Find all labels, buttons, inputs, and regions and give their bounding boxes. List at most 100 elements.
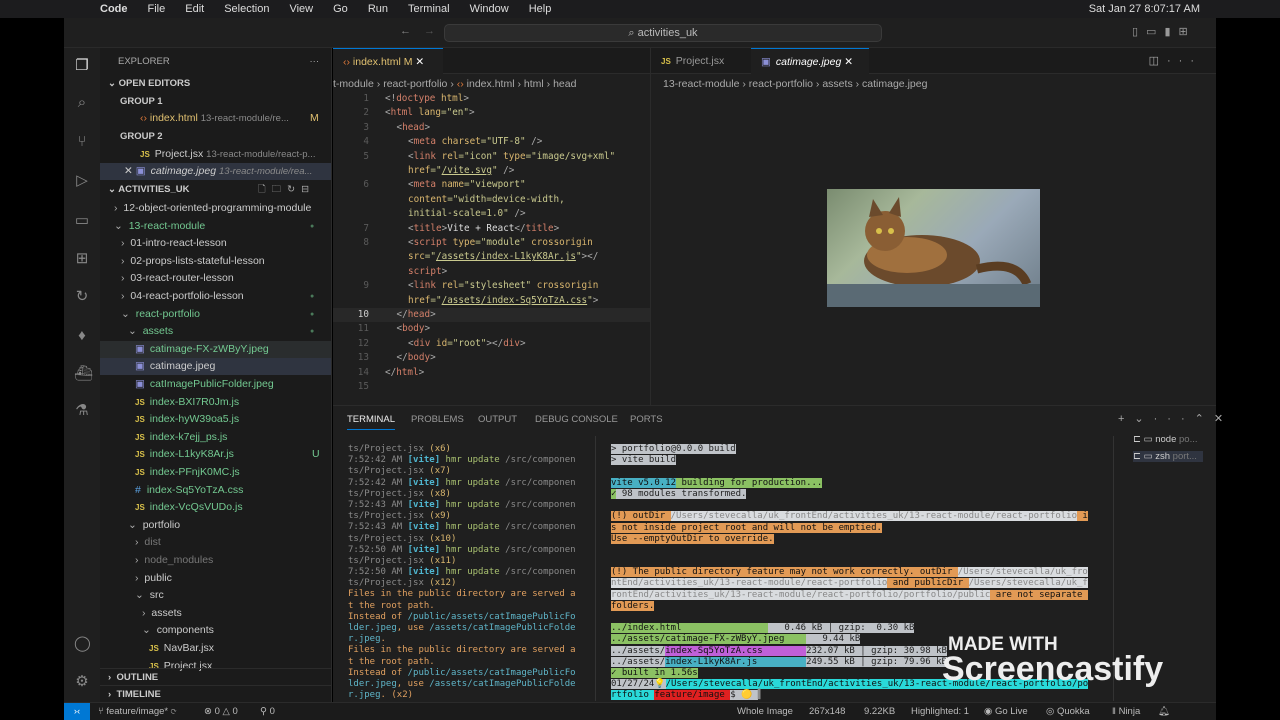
tab-ports[interactable]: PORTS: [630, 414, 663, 425]
tree-item-label: assets: [142, 325, 174, 338]
tree-item[interactable]: › 12-object-oriented-programming-module: [100, 200, 331, 217]
timeline-section[interactable]: › TIMELINE: [100, 685, 331, 702]
terminal-line: 7:52:42 AM [vite] hmr update /src/compon…: [348, 455, 596, 466]
tree-item[interactable]: JS index-k7ejj_ps.js: [100, 429, 331, 446]
back-arrow-icon[interactable]: ←: [400, 25, 411, 37]
menu-app-name[interactable]: Code: [100, 3, 128, 15]
tree-item[interactable]: JS index-L1kyK8Ar.js U: [100, 446, 331, 463]
menu-help[interactable]: Help: [529, 3, 552, 15]
panel-actions-icons[interactable]: +⌄···⌃✕: [1118, 412, 1233, 425]
search-icon[interactable]: ⌕: [74, 95, 90, 111]
outline-title: OUTLINE: [116, 672, 159, 683]
close-icon[interactable]: ✕: [415, 56, 424, 68]
notifications-bell-icon[interactable]: 🔔︎: [1158, 703, 1170, 720]
terminal-text: 💡: [654, 679, 666, 690]
tree-item[interactable]: JS index-PFnjK0MC.js: [100, 464, 331, 481]
open-editor-item[interactable]: ‹› index.html 13-react-module/re... M: [100, 110, 331, 127]
menu-file[interactable]: File: [148, 3, 166, 15]
tree-item[interactable]: › node_modules: [100, 552, 331, 569]
tree-item[interactable]: › 04-react-portfolio-lesson ●: [100, 288, 331, 305]
go-live-button[interactable]: ◉ Go Live: [984, 703, 1028, 720]
close-icon[interactable]: ✕: [844, 56, 853, 68]
tree-item[interactable]: # index-Sq5YoTzA.css: [100, 482, 331, 499]
tree-item[interactable]: ▣ catimage-FX-zWByY.jpeg: [100, 340, 331, 358]
workspace-root-section[interactable]: ⌄ ACTIVITIES_UK 🗋🗀↻⊟: [100, 181, 331, 198]
terminal-text: index-Sq5YoTzA.css: [665, 645, 807, 656]
breadcrumb-item[interactable]: 13-react-module: [663, 78, 739, 90]
image-mode[interactable]: Whole Image: [737, 703, 793, 720]
breadcrumb-item[interactable]: catimage.jpeg: [862, 78, 927, 90]
manage-gear-icon[interactable]: ⚙: [74, 674, 90, 690]
tab-output[interactable]: OUTPUT: [478, 414, 517, 425]
outline-section[interactable]: › OUTLINE: [100, 668, 331, 685]
close-icon[interactable]: ✕: [124, 165, 133, 177]
quokka-button[interactable]: ◎ Quokka: [1046, 703, 1090, 720]
tree-item[interactable]: ⌄ react-portfolio ●: [100, 306, 331, 323]
tree-item[interactable]: › assets: [100, 605, 331, 622]
forward-arrow-icon[interactable]: →: [424, 25, 435, 37]
menu-window[interactable]: Window: [470, 3, 509, 15]
tree-item[interactable]: JS index-hyW39oa5.js: [100, 411, 331, 428]
docker-icon[interactable]: ⛴: [74, 366, 93, 382]
tab-debug-console[interactable]: DEBUG CONSOLE: [535, 414, 618, 425]
tree-item[interactable]: ⌄ components: [100, 622, 331, 639]
tab-catimage-jpeg[interactable]: ▣ catimage.jpeg ✕: [751, 48, 869, 74]
testing-icon[interactable]: ⚗: [74, 403, 90, 419]
tree-item[interactable]: ▣ catimage.jpeg: [100, 358, 331, 376]
breadcrumb-item[interactable]: assets: [822, 78, 852, 90]
tree-item[interactable]: › 01-intro-react-lesson: [100, 235, 331, 252]
tab-index-html[interactable]: ‹› index.html M ✕: [333, 48, 443, 74]
breadcrumb-item[interactable]: react-portfolio: [383, 78, 447, 90]
command-center-search[interactable]: ⌕ activities_uk: [444, 24, 882, 42]
breadcrumb-item[interactable]: react-portfolio: [749, 78, 813, 90]
tree-item[interactable]: JS index-VcQsVUDo.js: [100, 499, 331, 516]
menu-go[interactable]: Go: [333, 3, 348, 15]
tree-item[interactable]: ⌄ src: [100, 587, 331, 604]
breadcrumb-item[interactable]: head: [553, 78, 576, 90]
remote-explorer-icon[interactable]: ▭: [74, 213, 90, 229]
breadcrumb-item[interactable]: t-module: [333, 78, 374, 90]
breadcrumb-item[interactable]: html: [524, 78, 544, 90]
source-control-icon[interactable]: ⑂: [74, 134, 90, 150]
menu-view[interactable]: View: [289, 3, 313, 15]
menu-edit[interactable]: Edit: [185, 3, 204, 15]
tree-item[interactable]: JS index-BXI7R0Jm.js: [100, 394, 331, 411]
breadcrumb-item[interactable]: index.html: [467, 78, 515, 90]
tree-item[interactable]: › public: [100, 570, 331, 587]
menu-terminal[interactable]: Terminal: [408, 3, 450, 15]
open-editor-item[interactable]: JS Project.jsx 13-react-module/react-p...: [100, 146, 331, 163]
tree-item[interactable]: JS NavBar.jsx: [100, 640, 331, 657]
terminal-list-item[interactable]: ⊏ ▭ zsh port...: [1133, 451, 1203, 462]
tree-item[interactable]: ⌄ assets ●: [100, 323, 331, 340]
ports-indicator[interactable]: ⚲ 0: [260, 703, 275, 720]
open-editor-item[interactable]: ✕ ▣ catimage.jpeg 13-react-module/rea...: [100, 163, 331, 180]
menu-selection[interactable]: Selection: [224, 3, 269, 15]
new-file-folder-refresh-collapse-icons[interactable]: 🗋🗀↻⊟: [258, 181, 315, 198]
explorer-icon[interactable]: ❐: [74, 58, 90, 74]
extensions-icon[interactable]: ⊞: [74, 251, 90, 267]
problems-indicator[interactable]: ⊗ 0 △ 0: [204, 703, 238, 720]
terminal-node[interactable]: ts/Project.jsx (x6) 7:52:42 AM [vite] hmr…: [348, 444, 596, 701]
branch-indicator[interactable]: ⑂ feature/image* ⟳: [98, 703, 176, 720]
layout-toggle-icons[interactable]: ▯▭▮⊞: [1132, 25, 1196, 38]
tab-project-jsx[interactable]: JS Project.jsx: [651, 48, 751, 74]
tree-item[interactable]: ⌄ portfolio: [100, 517, 331, 534]
terminal-list-item[interactable]: ⊏ ▭ node po...: [1133, 434, 1198, 445]
open-editors-section[interactable]: ⌄ OPEN EDITORS: [100, 75, 331, 92]
menu-run[interactable]: Run: [368, 3, 388, 15]
split-editor-more-icons[interactable]: ◫···: [1149, 54, 1202, 67]
quokka-icon[interactable]: ♦: [74, 328, 90, 344]
more-actions-icon[interactable]: ···: [310, 53, 320, 70]
tree-item[interactable]: › 03-react-router-lesson: [100, 270, 331, 287]
tab-problems[interactable]: PROBLEMS: [411, 414, 464, 425]
tab-terminal[interactable]: TERMINAL: [347, 414, 396, 430]
live-share-icon[interactable]: ↻: [74, 289, 90, 305]
tree-item[interactable]: › dist: [100, 534, 331, 551]
ninja-button[interactable]: ‖ Ninja: [1112, 703, 1140, 720]
tree-item[interactable]: ⌄ 13-react-module ●: [100, 218, 331, 235]
remote-indicator-icon[interactable]: ›‹: [64, 703, 90, 720]
account-icon[interactable]: ◯: [74, 636, 91, 652]
tree-item[interactable]: ▣ catImagePublicFolder.jpeg: [100, 376, 331, 393]
run-debug-icon[interactable]: ▷: [74, 173, 90, 189]
tree-item[interactable]: › 02-props-lists-stateful-lesson: [100, 253, 331, 270]
